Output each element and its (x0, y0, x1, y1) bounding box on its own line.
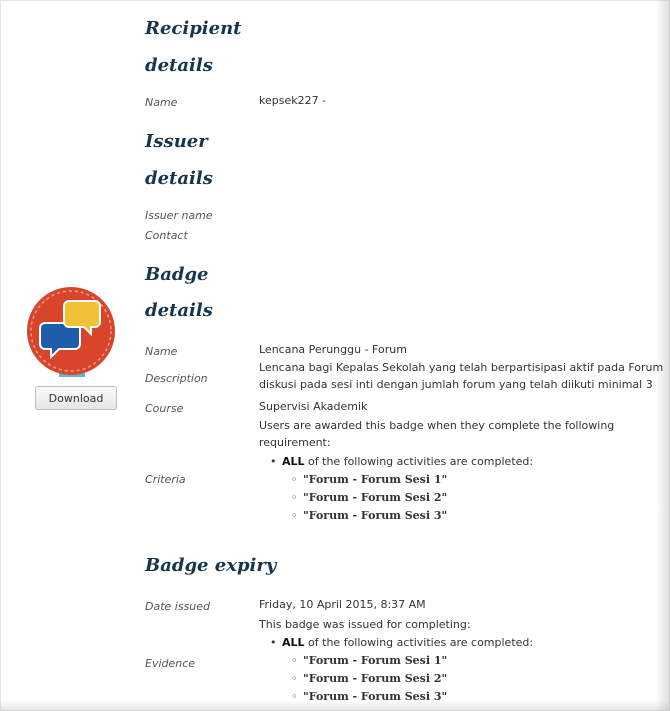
issuer-name-label: Issuer name (145, 209, 213, 222)
criteria-rule: • ALL of the following activities are com… (270, 455, 533, 468)
badge-expiry-heading: Badge expiry (145, 555, 277, 576)
criteria-activity-2-text: "Forum - Forum Sesi 2" (303, 491, 448, 504)
recipient-heading: Recipient (145, 18, 242, 39)
criteria-activity-3: ◦ "Forum - Forum Sesi 3" (291, 509, 447, 522)
badge-course-label: Course (145, 402, 184, 415)
badge-description-label: Description (145, 372, 208, 385)
circle-bullet-icon: ◦ (291, 690, 298, 703)
frame-shadow-right (656, 0, 670, 711)
badge-name-value: Lencana Perunggu - Forum (259, 343, 407, 356)
evidence-activity-3-text: "Forum - Forum Sesi 3" (303, 690, 448, 703)
badge-criteria-label: Criteria (145, 473, 186, 486)
date-issued-value: Friday, 10 April 2015, 8:37 AM (259, 598, 426, 611)
badge-description-line-1: Lencana bagi Kepalas Sekolah yang telah … (259, 361, 664, 374)
criteria-all: ALL (282, 455, 305, 468)
circle-bullet-icon: ◦ (291, 509, 298, 522)
recipient-name-value: kepsek227 - (259, 94, 327, 107)
evidence-all: ALL (282, 636, 305, 649)
speech-bubbles-badge-icon (27, 287, 115, 377)
criteria-intro-line-2: requirement: (259, 436, 331, 449)
recipient-heading-details: details (145, 55, 213, 76)
badge-heading-details: details (145, 300, 213, 321)
recipient-name-label: Name (145, 96, 178, 109)
issuer-heading-details: details (145, 168, 213, 189)
criteria-activity-1-text: "Forum - Forum Sesi 1" (303, 473, 448, 486)
evidence-rule-text: of the following activities are complete… (308, 636, 534, 649)
evidence-intro: This badge was issued for completing: (259, 618, 471, 631)
evidence-label: Evidence (145, 657, 196, 670)
evidence-rule: • ALL of the following activities are com… (270, 636, 533, 649)
download-button[interactable]: Download (35, 386, 117, 410)
badge-course-value: Supervisi Akademik (259, 400, 368, 413)
badge-description-line-2: diskusi pada sesi inti dengan jumlah for… (259, 378, 653, 391)
bullet-icon: • (270, 455, 277, 468)
bullet-icon: • (270, 636, 277, 649)
evidence-activity-1: ◦ "Forum - Forum Sesi 1" (291, 654, 447, 667)
badge-name-label: Name (145, 345, 178, 358)
circle-bullet-icon: ◦ (291, 672, 298, 685)
evidence-activity-1-text: "Forum - Forum Sesi 1" (303, 654, 448, 667)
circle-bullet-icon: ◦ (291, 491, 298, 504)
issuer-contact-label: Contact (145, 229, 188, 242)
issuer-heading: Issuer (145, 131, 208, 152)
evidence-activity-2: ◦ "Forum - Forum Sesi 2" (291, 672, 447, 685)
criteria-rule-text: of the following activities are complete… (308, 455, 534, 468)
criteria-activity-3-text: "Forum - Forum Sesi 3" (303, 509, 448, 522)
circle-bullet-icon: ◦ (291, 473, 298, 486)
date-issued-label: Date issued (145, 600, 211, 613)
evidence-activity-3: ◦ "Forum - Forum Sesi 3" (291, 690, 447, 703)
criteria-activity-2: ◦ "Forum - Forum Sesi 2" (291, 491, 447, 504)
circle-bullet-icon: ◦ (291, 654, 298, 667)
badge-heading: Badge (145, 264, 209, 285)
criteria-activity-1: ◦ "Forum - Forum Sesi 1" (291, 473, 447, 486)
criteria-intro-line-1: Users are awarded this badge when they c… (259, 419, 615, 432)
evidence-activity-2-text: "Forum - Forum Sesi 2" (303, 672, 448, 685)
